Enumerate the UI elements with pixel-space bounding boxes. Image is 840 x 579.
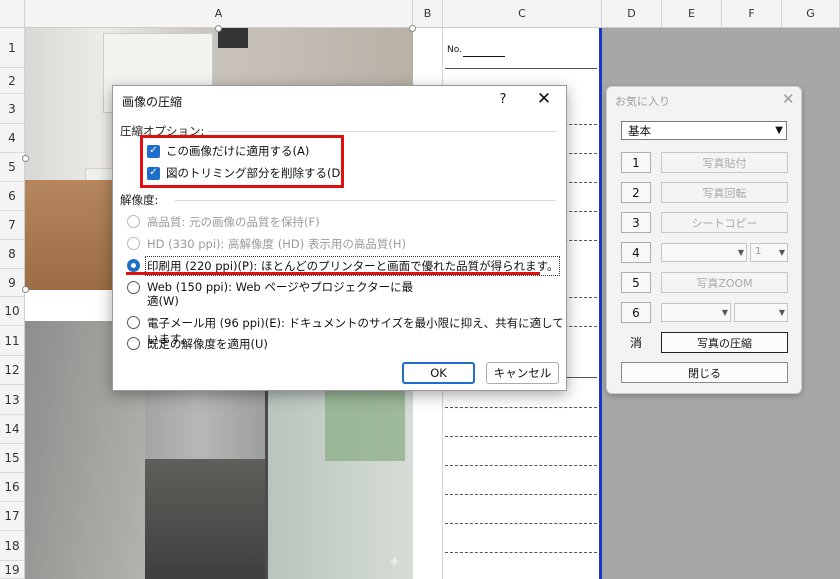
chevron-down-icon: ▼: [778, 308, 785, 317]
separator: [175, 200, 556, 201]
cancel-button[interactable]: キャンセル: [486, 362, 559, 384]
clear-button[interactable]: 消: [621, 332, 651, 353]
row-header-9[interactable]: 9: [0, 269, 25, 297]
radio-default-resolution[interactable]: 既定の解像度を適用(U): [127, 336, 268, 352]
row-header-10[interactable]: 10: [0, 297, 25, 326]
radio-label: Web (150 ppi): Web ページやプロジェクターに最適(W): [147, 280, 414, 308]
preset-value: 基本: [628, 123, 651, 138]
slot-4-select[interactable]: ▼: [661, 243, 747, 262]
panel-title: お気に入り: [615, 95, 670, 108]
radio-button[interactable]: [127, 281, 140, 294]
slot-6-select-left[interactable]: ▼: [661, 303, 731, 322]
highlight-box: [140, 135, 344, 188]
row-header-8[interactable]: 8: [0, 240, 25, 269]
radio-button-selected[interactable]: [127, 259, 140, 272]
column-header-a[interactable]: A: [25, 0, 413, 28]
row-header-19[interactable]: 19: [0, 561, 25, 579]
row-header-1[interactable]: 1: [0, 28, 25, 68]
count-value: 1: [755, 246, 762, 257]
row-header-18[interactable]: 18: [0, 531, 25, 561]
resolution-label: 解像度:: [120, 193, 159, 207]
sheet-copy-button[interactable]: シートコピー: [661, 212, 788, 233]
sparkle-icon: ✦: [388, 552, 402, 571]
compress-photo-button[interactable]: 写真の圧縮: [661, 332, 788, 353]
dotted-line: [445, 523, 597, 524]
number-label: No.: [447, 45, 462, 55]
photo-balcony-floor: [145, 459, 275, 579]
dotted-line: [445, 494, 597, 495]
radio-button[interactable]: [127, 316, 140, 329]
radio-web-150[interactable]: Web (150 ppi): Web ページやプロジェクターに最適(W): [127, 280, 417, 308]
highlight-underline: [126, 272, 540, 275]
paste-photo-button[interactable]: 写真貼付: [661, 152, 788, 173]
row-header-7[interactable]: 7: [0, 211, 25, 240]
column-header-d[interactable]: D: [602, 0, 662, 28]
close-icon[interactable]: ✕: [782, 90, 795, 108]
row-header-17[interactable]: 17: [0, 502, 25, 531]
slot-5-button[interactable]: 5: [621, 272, 651, 293]
dotted-line: [445, 552, 597, 553]
row-header-14[interactable]: 14: [0, 415, 25, 444]
radio-label: 高品質: 元の画像の品質を保持(F): [147, 215, 320, 229]
dotted-line: [445, 407, 597, 408]
photo-zoom-button[interactable]: 写真ZOOM: [661, 272, 788, 293]
column-header-e[interactable]: E: [662, 0, 722, 28]
separator: [208, 131, 556, 132]
row-header-12[interactable]: 12: [0, 356, 25, 385]
photo-range-hood: [218, 28, 248, 48]
radio-high-fidelity[interactable]: 高品質: 元の画像の品質を保持(F): [127, 214, 320, 230]
row-header-13[interactable]: 13: [0, 385, 25, 415]
resize-handle[interactable]: [22, 286, 29, 293]
page-break-line: [599, 28, 602, 579]
slot-4-button[interactable]: 4: [621, 242, 651, 263]
chevron-down-icon: ▼: [721, 308, 728, 317]
panel-close-button[interactable]: 閉じる: [621, 362, 788, 383]
radio-label: 既定の解像度を適用(U): [147, 337, 268, 351]
chevron-down-icon: ▼: [737, 248, 744, 257]
radio-label: HD (330 ppi): 高解像度 (HD) 表示用の高品質(H): [147, 237, 406, 251]
select-all-corner[interactable]: [0, 0, 25, 28]
excel-window: A B C D E F G 1 2 3 4 5 6 7 8 9 10 11 12…: [0, 0, 840, 579]
chevron-down-icon: ▼: [778, 248, 785, 257]
row-header-3[interactable]: 3: [0, 94, 25, 124]
compress-pictures-dialog: 画像の圧縮 ? ✕ 圧縮オプション: ✓ この画像だけに適用する(A) ✓ 図の…: [112, 85, 567, 391]
radio-button[interactable]: [127, 215, 140, 228]
column-header-f[interactable]: F: [722, 0, 782, 28]
resize-handle[interactable]: [215, 25, 222, 32]
row-header-6[interactable]: 6: [0, 182, 25, 211]
rotate-photo-button[interactable]: 写真回転: [661, 182, 788, 203]
dialog-title: 画像の圧縮: [122, 95, 183, 109]
column-header-c[interactable]: C: [443, 0, 602, 28]
row-header-11[interactable]: 11: [0, 326, 25, 356]
close-icon[interactable]: ✕: [533, 89, 555, 109]
resize-handle[interactable]: [409, 25, 416, 32]
slot-1-button[interactable]: 1: [621, 152, 651, 173]
radio-hd-330[interactable]: HD (330 ppi): 高解像度 (HD) 表示用の高品質(H): [127, 236, 406, 252]
resize-handle[interactable]: [22, 155, 29, 162]
form-line: [445, 68, 597, 69]
favorites-panel: お気に入り ✕ 基本 ▼ 1 写真貼付 2 写真回転 3 シートコピー 4 ▼ …: [606, 86, 802, 394]
column-header-b[interactable]: B: [413, 0, 443, 28]
slot-6-button[interactable]: 6: [621, 302, 651, 323]
slot-3-button[interactable]: 3: [621, 212, 651, 233]
row-header-2[interactable]: 2: [0, 68, 25, 94]
radio-button[interactable]: [127, 337, 140, 350]
ok-button[interactable]: OK: [402, 362, 475, 384]
slot-2-button[interactable]: 2: [621, 182, 651, 203]
column-header-g[interactable]: G: [782, 0, 840, 28]
radio-button[interactable]: [127, 237, 140, 250]
row-header-4[interactable]: 4: [0, 124, 25, 153]
slot-6-select-right[interactable]: ▼: [734, 303, 788, 322]
preset-select[interactable]: 基本 ▼: [621, 121, 787, 140]
photo-greenery: [325, 381, 405, 461]
dotted-line: [445, 465, 597, 466]
slot-4-count-select[interactable]: 1 ▼: [750, 243, 788, 262]
chevron-down-icon[interactable]: ▼: [775, 125, 783, 136]
dotted-line: [445, 436, 597, 437]
number-underline: [463, 56, 505, 57]
row-header-16[interactable]: 16: [0, 473, 25, 502]
help-button[interactable]: ?: [493, 89, 513, 109]
row-header-15[interactable]: 15: [0, 444, 25, 473]
